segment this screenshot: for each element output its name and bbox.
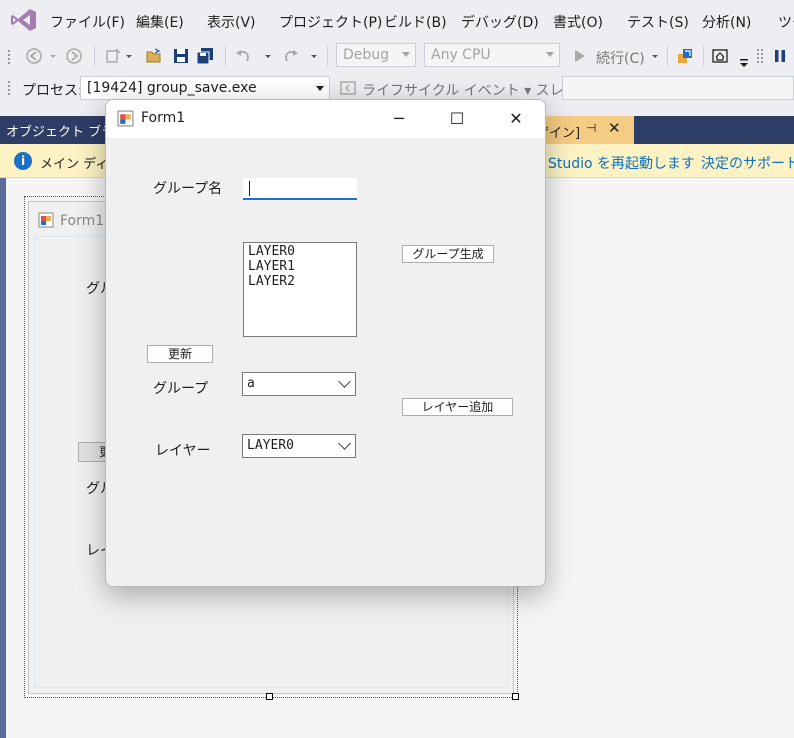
menu-edit[interactable]: 編集(E)	[136, 12, 184, 32]
continue-play-icon[interactable]	[572, 48, 588, 64]
resize-handle-bottom-right[interactable]	[512, 693, 519, 700]
toolbar-separator	[667, 46, 668, 66]
process-label: プロセス:	[22, 83, 83, 99]
designer-form-title: Form1	[60, 213, 105, 229]
lifecycle-events-icon[interactable]	[340, 81, 356, 95]
layer-label: レイヤー	[155, 443, 211, 459]
thread-select[interactable]	[562, 76, 794, 100]
toolbar-grip-icon[interactable]	[8, 50, 12, 64]
process-value: [19424] group_save.exe	[87, 80, 257, 96]
menu-debug[interactable]: デバッグ(D)	[461, 12, 539, 32]
redo-icon[interactable]	[283, 48, 299, 64]
list-item[interactable]: LAYER2	[248, 274, 352, 289]
new-dropdown-icon[interactable]	[125, 48, 133, 64]
application-home-icon[interactable]	[712, 48, 728, 64]
form1-client-area: グループ名 LAYER0 LAYER1 LAYER2 グループ生成 更新 グルー…	[106, 138, 545, 586]
left-panel-edge	[0, 178, 6, 738]
hot-reload-icon[interactable]	[677, 48, 693, 64]
designer-form-icon	[38, 212, 54, 228]
info-icon: i	[14, 152, 32, 170]
menu-format[interactable]: 書式(O)	[553, 12, 603, 32]
toolbar-grip-icon[interactable]	[8, 81, 12, 95]
menu-bar: ファイル(F) 編集(E) 表示(V) プロジェクト(P) ビルド(B) デバッ…	[0, 0, 794, 40]
menu-view[interactable]: 表示(V)	[207, 12, 256, 32]
list-item[interactable]: LAYER0	[248, 244, 352, 259]
undo-icon[interactable]	[235, 48, 251, 64]
maximize-icon[interactable]: ☐	[444, 106, 470, 132]
group-label: グループ	[153, 381, 209, 397]
menu-analyze[interactable]: 分析(N)	[702, 12, 751, 32]
minimize-icon[interactable]: ─	[386, 106, 412, 132]
back-dropdown-icon[interactable]	[49, 48, 57, 64]
layer-select-value: LAYER0	[247, 438, 294, 453]
chevron-down-icon[interactable]	[338, 375, 351, 388]
layer-listbox[interactable]: LAYER0 LAYER1 LAYER2	[243, 242, 357, 337]
resize-handle-bottom[interactable]	[266, 693, 273, 700]
decision-support-link[interactable]: 決定のサポート	[701, 153, 794, 173]
form1-window: Form1 ─ ☐ ✕ グループ名 LAYER0 LAYER1 LAYER2 グ…	[105, 99, 546, 587]
navigate-back-icon[interactable]	[26, 48, 42, 64]
visual-studio-logo-icon[interactable]	[10, 7, 38, 33]
toolbar-separator	[94, 46, 95, 66]
layer-select[interactable]: LAYER0	[242, 434, 356, 458]
toolbar-grip-icon[interactable]	[757, 48, 763, 64]
new-project-icon[interactable]	[105, 48, 121, 64]
continue-button-label[interactable]: 続行(C)	[596, 48, 645, 68]
toolbar-separator	[225, 46, 226, 66]
form1-title: Form1	[141, 110, 186, 126]
toolbar-separator	[327, 46, 328, 66]
continue-dropdown-icon[interactable]	[651, 48, 659, 64]
solution-platform-select[interactable]: Any CPU	[424, 43, 560, 67]
menu-project[interactable]: プロジェクト(P)	[279, 12, 382, 32]
save-icon[interactable]	[173, 48, 189, 64]
redo-dropdown-icon[interactable]	[310, 48, 318, 64]
form1-app-icon	[117, 110, 134, 127]
process-select[interactable]: [19424] group_save.exe	[80, 76, 330, 100]
menu-test[interactable]: テスト(S)	[627, 12, 689, 32]
form1-title-bar[interactable]: Form1 ─ ☐ ✕	[106, 100, 545, 138]
solution-configuration-select[interactable]: Debug	[336, 43, 416, 67]
toolbar-overflow-icon[interactable]	[739, 54, 749, 70]
standard-toolbar: Debug Any CPU 続行(C)	[0, 40, 794, 72]
group-select[interactable]: a	[242, 372, 356, 396]
chevron-down-icon[interactable]	[338, 437, 351, 450]
group-name-label: グループ名	[153, 181, 223, 197]
group-select-value: a	[247, 376, 255, 391]
refresh-button[interactable]: 更新	[147, 345, 213, 363]
close-icon[interactable]: ✕	[503, 106, 529, 132]
open-file-icon[interactable]	[146, 48, 162, 64]
platform-value: Any CPU	[431, 47, 491, 63]
configuration-value: Debug	[343, 47, 390, 63]
toolbar-separator	[703, 46, 704, 66]
save-all-icon[interactable]	[197, 48, 213, 64]
pin-tab-icon[interactable]: ⊣	[586, 121, 596, 135]
list-item[interactable]: LAYER1	[248, 259, 352, 274]
text-caret	[249, 181, 250, 196]
break-all-pause-icon[interactable]	[772, 48, 788, 64]
restart-studio-link[interactable]: Studio を再起動します	[548, 153, 695, 173]
menu-build[interactable]: ビルド(B)	[384, 12, 447, 32]
undo-dropdown-icon[interactable]	[264, 48, 272, 64]
create-group-button[interactable]: グループ生成	[402, 245, 494, 263]
navigate-forward-icon[interactable]	[66, 48, 82, 64]
group-name-input[interactable]	[243, 178, 357, 200]
add-layer-button[interactable]: レイヤー追加	[402, 398, 513, 416]
menu-file[interactable]: ファイル(F)	[50, 12, 125, 32]
menu-tools[interactable]: ツー	[778, 12, 794, 32]
close-tab-icon[interactable]: ✕	[608, 119, 621, 137]
